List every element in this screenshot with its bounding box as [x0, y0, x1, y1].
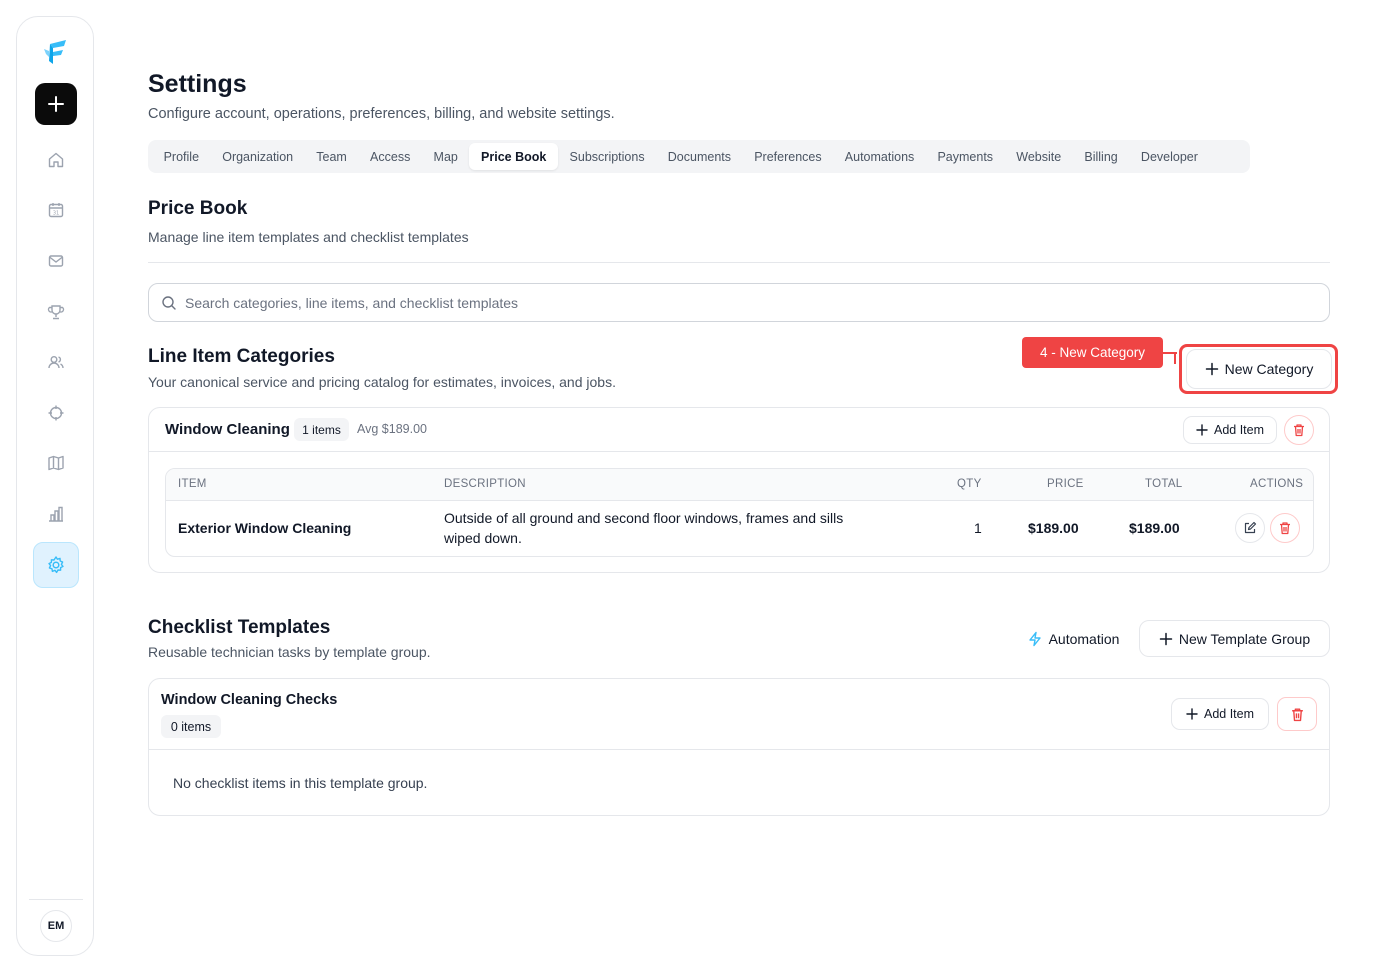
column-description: DESCRIPTION	[444, 478, 526, 490]
template-group-name: Window Cleaning Checks	[161, 692, 338, 708]
automation-label: Automation	[1048, 630, 1120, 647]
annotation-label: 4 - New Category	[1022, 337, 1163, 368]
line-item-categories-subtitle: Your canonical service and pricing catal…	[148, 374, 616, 390]
bar-chart-icon[interactable]	[41, 499, 71, 529]
users-icon[interactable]	[41, 347, 71, 377]
item-total: $189.00	[1129, 520, 1180, 536]
automation-button[interactable]: Automation	[1014, 621, 1132, 656]
section-divider	[148, 262, 1330, 263]
delete-template-group-button[interactable]	[1277, 697, 1317, 731]
category-header: Window Cleaning 1 items Avg $189.00 Add …	[149, 408, 1329, 452]
add-checklist-item-label: Add Item	[1203, 707, 1255, 721]
plus-icon	[1196, 424, 1208, 436]
item-price: $189.00	[1028, 520, 1079, 536]
trash-icon	[1280, 522, 1290, 535]
home-icon[interactable]	[41, 145, 71, 175]
tab-documents[interactable]: Documents	[656, 143, 742, 170]
plus-icon	[1205, 362, 1218, 376]
tab-map[interactable]: Map	[422, 143, 470, 170]
trash-icon	[1291, 707, 1303, 721]
avatar[interactable]: EM	[40, 910, 72, 942]
search-input[interactable]: Search categories, line items, and check…	[148, 283, 1330, 322]
tab-developer[interactable]: Developer	[1129, 143, 1209, 170]
item-description-line1: Outside of all ground and second floor w…	[444, 510, 844, 526]
price-book-subtitle: Manage line item templates and checklist…	[148, 229, 469, 245]
plus-icon	[1186, 708, 1198, 720]
delete-item-button[interactable]	[1270, 513, 1300, 543]
line-items-table: ITEM DESCRIPTION QTY PRICE TOTAL ACTIONS…	[165, 468, 1314, 557]
add-checklist-item-button[interactable]: Add Item	[1171, 698, 1269, 730]
template-group-card: Window Cleaning Checks 0 items Add Item …	[148, 678, 1330, 816]
table-header: ITEM DESCRIPTION QTY PRICE TOTAL ACTIONS	[166, 469, 1313, 501]
checklist-templates-title: Checklist Templates	[148, 617, 331, 638]
gear-icon	[48, 556, 64, 574]
trophy-icon[interactable]	[41, 297, 71, 327]
sidebar: 31 EM	[16, 16, 94, 956]
add-item-button[interactable]: Add Item	[1183, 416, 1277, 444]
tab-organization[interactable]: Organization	[211, 143, 305, 170]
mail-icon[interactable]	[41, 246, 71, 276]
settings-tabs: Profile Organization Team Access Map Pri…	[148, 140, 1250, 173]
add-item-label: Add Item	[1213, 423, 1265, 437]
tab-access[interactable]: Access	[358, 143, 421, 170]
tab-subscriptions[interactable]: Subscriptions	[558, 143, 656, 170]
page-subtitle: Configure account, operations, preferenc…	[148, 106, 615, 122]
delete-category-button[interactable]	[1284, 415, 1314, 445]
tab-billing[interactable]: Billing	[1073, 143, 1130, 170]
edit-icon	[1244, 521, 1257, 534]
column-actions: ACTIONS	[1250, 478, 1304, 490]
line-item-categories-title: Line Item Categories	[148, 346, 335, 367]
checklist-templates-subtitle: Reusable technician tasks by template gr…	[148, 644, 431, 660]
tab-team[interactable]: Team	[305, 143, 359, 170]
sidebar-divider	[29, 899, 83, 900]
category-card: Window Cleaning 1 items Avg $189.00 Add …	[148, 407, 1330, 573]
crosshair-icon[interactable]	[41, 398, 71, 428]
column-total: TOTAL	[1145, 478, 1183, 490]
svg-text:31: 31	[53, 211, 59, 217]
map-icon[interactable]	[41, 448, 71, 478]
tab-payments[interactable]: Payments	[926, 143, 1005, 170]
category-name: Window Cleaning	[165, 421, 290, 438]
item-description-line2: wiped down.	[444, 530, 522, 546]
empty-state-text: No checklist items in this template grou…	[173, 775, 428, 791]
trash-icon	[1294, 424, 1304, 437]
sidebar-item-settings[interactable]	[33, 542, 79, 588]
new-template-group-button[interactable]: New Template Group	[1139, 620, 1330, 657]
page-title: Settings	[148, 70, 247, 98]
plus-icon	[48, 96, 64, 112]
edit-item-button[interactable]	[1235, 513, 1265, 543]
category-average: Avg $189.00	[357, 422, 427, 436]
search-icon	[161, 295, 177, 311]
tab-automations[interactable]: Automations	[833, 143, 926, 170]
calendar-icon[interactable]: 31	[41, 195, 71, 225]
template-item-count-badge: 0 items	[161, 715, 221, 738]
item-qty: 1	[974, 520, 982, 536]
new-category-label: New Category	[1224, 361, 1314, 377]
column-price: PRICE	[1047, 478, 1084, 490]
tab-preferences[interactable]: Preferences	[743, 143, 834, 170]
new-category-button[interactable]: New Category	[1186, 349, 1332, 389]
column-qty: QTY	[957, 478, 982, 490]
create-button[interactable]	[35, 83, 77, 125]
item-name: Exterior Window Cleaning	[178, 520, 352, 536]
search-placeholder: Search categories, line items, and check…	[185, 294, 519, 311]
annotation-connector-tail	[1174, 352, 1176, 364]
tab-website[interactable]: Website	[1005, 143, 1073, 170]
column-item: ITEM	[178, 478, 207, 490]
price-book-title: Price Book	[148, 198, 248, 219]
tab-profile[interactable]: Profile	[152, 143, 211, 170]
lightning-icon	[1028, 631, 1041, 646]
template-group-header: Window Cleaning Checks 0 items Add Item	[149, 679, 1329, 750]
app-logo[interactable]	[41, 37, 71, 67]
item-count-badge: 1 items	[294, 418, 349, 441]
plus-icon	[1159, 632, 1173, 645]
tab-price-book[interactable]: Price Book	[469, 143, 558, 170]
new-template-group-label: New Template Group	[1178, 630, 1311, 647]
